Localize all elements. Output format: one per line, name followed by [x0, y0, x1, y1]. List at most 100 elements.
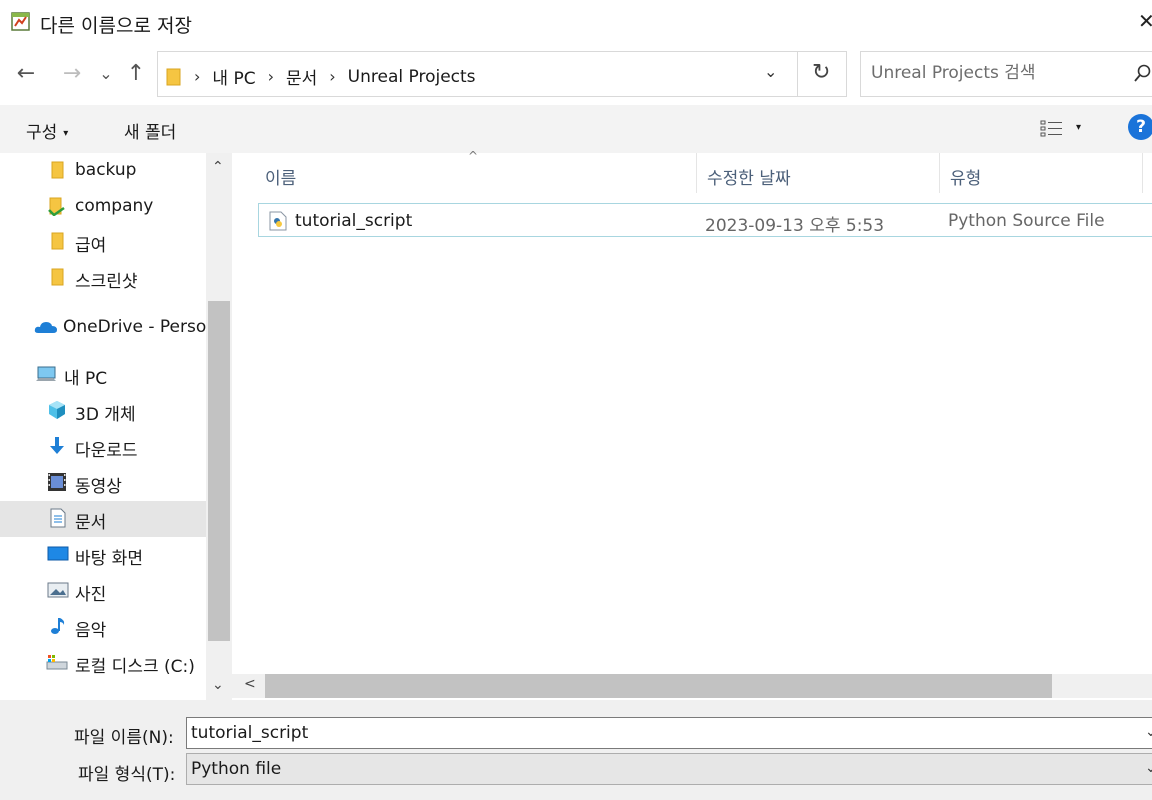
organize-button[interactable]: 구성 ▾: [26, 118, 68, 143]
folder-icon: [51, 161, 64, 179]
breadcrumb: › 내 PC › 문서 › Unreal Projects: [166, 64, 476, 89]
download-icon: [50, 437, 64, 454]
caret-down-icon: ▾: [63, 127, 69, 139]
table-row[interactable]: tutorial_script 2023-09-13 오후 5:53 Pytho…: [258, 203, 1152, 237]
nav-item-label: 내 PC: [64, 369, 108, 389]
nav-item-local-disk[interactable]: 로컬 디스크 (C:): [0, 645, 206, 681]
navigation-pane: backup company 급여 스크린샷 OneDrive - Person…: [0, 153, 232, 700]
chevron-down-icon[interactable]: ⌄: [1145, 724, 1152, 740]
nav-item-3d-objects[interactable]: 3D 개체: [0, 393, 206, 429]
column-header-label: 수정한 날짜: [707, 169, 791, 189]
organize-label: 구성: [26, 123, 58, 143]
nav-item-label: 스크린샷: [75, 272, 138, 292]
nav-item-desktop[interactable]: 바탕 화면: [0, 537, 206, 573]
folder-icon: [166, 68, 181, 85]
breadcrumb-item-my-pc[interactable]: 내 PC: [212, 64, 255, 89]
back-button[interactable]: ←: [12, 60, 40, 88]
filetype-label: 파일 형식(T):: [78, 765, 176, 785]
desktop-icon: [47, 546, 69, 561]
nav-item-screenshots[interactable]: 스크린샷: [0, 260, 206, 296]
column-header-label: 이름: [265, 169, 297, 189]
search-icon[interactable]: [1133, 63, 1152, 83]
nav-item-company[interactable]: company: [0, 189, 206, 225]
column-header-type[interactable]: 유형: [940, 153, 1142, 195]
folder-icon: [48, 197, 65, 216]
nav-item-music[interactable]: 음악: [0, 609, 206, 645]
view-options-icon[interactable]: [1040, 119, 1064, 141]
chevron-down-icon[interactable]: ⌄: [764, 62, 777, 81]
search-input[interactable]: [871, 63, 1121, 83]
help-icon[interactable]: ?: [1128, 114, 1152, 140]
caret-down-icon[interactable]: ▾: [1076, 122, 1081, 133]
address-bar[interactable]: › 내 PC › 문서 › Unreal Projects ⌄ ↻: [157, 51, 847, 97]
save-options-panel: 파일 이름(N): ⌄ 파일 형식(T): Python file ⌄: [0, 700, 1152, 800]
nav-item-videos[interactable]: 동영상: [0, 465, 206, 501]
search-box[interactable]: [860, 51, 1152, 97]
column-separator[interactable]: [1142, 153, 1143, 193]
nav-item-backup[interactable]: backup: [0, 153, 206, 189]
recent-locations-button[interactable]: ⌄: [92, 60, 120, 88]
filename-label: 파일 이름(N):: [74, 728, 174, 748]
new-folder-button[interactable]: 새 폴더: [124, 118, 176, 143]
nav-item-label: backup: [75, 160, 137, 180]
breadcrumb-separator-icon: ›: [329, 67, 336, 86]
command-bar: 구성 ▾ 새 폴더 ▾: [0, 105, 1152, 153]
picture-icon: [47, 582, 69, 598]
up-button[interactable]: ↑: [122, 60, 150, 88]
file-modified: 2023-09-13 오후 5:53: [705, 216, 885, 236]
close-icon[interactable]: ✕: [1138, 9, 1152, 33]
filename-input[interactable]: [191, 723, 1091, 743]
drive-icon: [46, 655, 68, 670]
nav-item-label: company: [75, 196, 154, 216]
breadcrumb-separator-icon: ›: [194, 67, 201, 86]
breadcrumb-item-documents[interactable]: 문서: [286, 64, 317, 89]
scroll-up-icon[interactable]: ⌃: [212, 159, 224, 175]
nav-item-label: OneDrive - Person: [63, 317, 218, 337]
breadcrumb-separator-icon: ›: [267, 67, 274, 86]
scrollbar-thumb[interactable]: [265, 674, 1052, 698]
nav-item-salary[interactable]: 급여: [0, 224, 206, 260]
cloud-icon: [34, 322, 57, 333]
title-bar: 다른 이름으로 저장 ✕: [0, 0, 1152, 44]
window-title: 다른 이름으로 저장: [40, 15, 192, 37]
file-list: ^ 이름 수정한 날짜 유형 tutorial_script 2023-09-1…: [232, 149, 1152, 700]
cube-icon: [49, 401, 65, 419]
nav-item-documents[interactable]: 문서: [0, 501, 206, 537]
nav-item-label: 로컬 디스크 (C:): [75, 657, 195, 677]
column-header-label: 유형: [950, 169, 982, 189]
python-file-icon: [269, 211, 287, 231]
document-icon: [50, 508, 66, 528]
computer-icon: [36, 366, 56, 381]
notepad-app-icon: [11, 12, 30, 31]
music-icon: [51, 618, 65, 634]
nav-item-label: 동영상: [75, 477, 122, 497]
filename-field[interactable]: ⌄: [186, 717, 1152, 749]
nav-item-onedrive[interactable]: OneDrive - Person: [0, 310, 217, 346]
horizontal-scrollbar[interactable]: <: [232, 674, 1152, 698]
filetype-value: Python file: [191, 759, 282, 779]
video-icon: [48, 473, 66, 491]
refresh-icon[interactable]: ↻: [812, 60, 830, 85]
scroll-down-icon[interactable]: ⌄: [212, 677, 224, 693]
folder-icon: [51, 232, 64, 250]
nav-item-pictures[interactable]: 사진: [0, 573, 206, 609]
file-name: tutorial_script: [295, 211, 413, 231]
nav-item-label: 음악: [75, 621, 107, 641]
nav-item-label: 문서: [75, 513, 107, 533]
nav-item-downloads[interactable]: 다운로드: [0, 429, 206, 465]
breadcrumb-item-unreal-projects[interactable]: Unreal Projects: [348, 67, 476, 87]
file-type: Python Source File: [948, 211, 1105, 231]
forward-button[interactable]: →: [58, 60, 86, 88]
scroll-left-icon[interactable]: <: [244, 676, 256, 692]
chevron-down-icon[interactable]: ⌄: [1145, 760, 1152, 776]
nav-item-label: 사진: [75, 585, 107, 605]
column-header-modified[interactable]: 수정한 날짜: [697, 153, 939, 195]
nav-item-label: 급여: [75, 236, 107, 256]
filetype-select[interactable]: Python file ⌄: [186, 753, 1152, 785]
address-divider: [797, 52, 798, 96]
column-header-name[interactable]: 이름: [232, 153, 696, 195]
nav-item-my-pc[interactable]: 내 PC: [0, 357, 206, 393]
nav-item-label: 3D 개체: [75, 405, 136, 425]
nav-pane-scrollbar[interactable]: ⌃ ⌄: [206, 153, 232, 700]
scrollbar-thumb[interactable]: [208, 301, 230, 641]
